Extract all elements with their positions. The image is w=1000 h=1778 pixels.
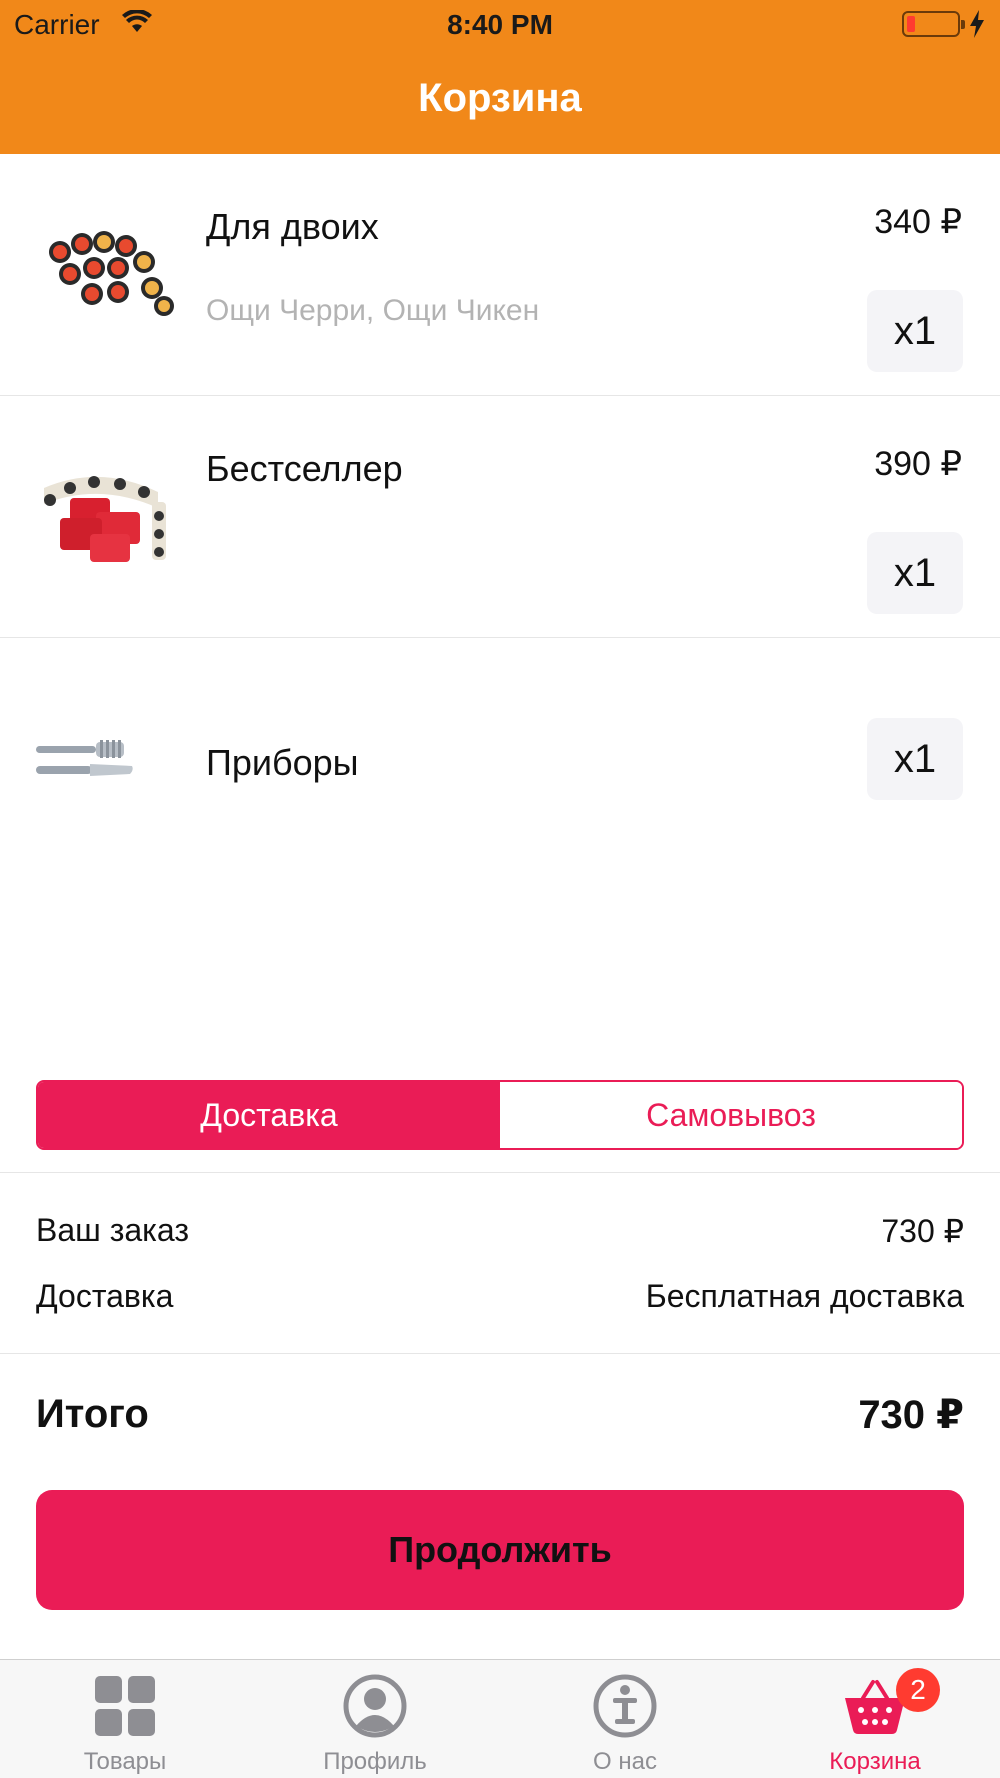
divider (0, 1353, 1000, 1354)
quantity-button[interactable]: x1 (867, 290, 963, 372)
charging-icon (968, 10, 986, 43)
tab-label: Корзина (829, 1748, 921, 1775)
status-bar: Carrier 8:40 PM (0, 0, 1000, 50)
cart-item[interactable]: Приборы x1 (0, 638, 1000, 882)
cart-item[interactable]: Для двоих Ощи Черри, Ощи Чикен 340 ₽ x1 (0, 154, 1000, 396)
grid-icon (93, 1674, 157, 1738)
page-title: Корзина (418, 76, 582, 120)
tab-label: Профиль (323, 1748, 427, 1775)
total-label: Итого (36, 1392, 149, 1436)
tab-products[interactable]: Товары (0, 1660, 250, 1778)
sushi-set-image (40, 222, 178, 322)
total-value: 730 ₽ (858, 1393, 964, 1437)
tab-about[interactable]: О нас (500, 1660, 750, 1778)
quantity-button[interactable]: x1 (867, 532, 963, 614)
segment-delivery[interactable]: Доставка (38, 1082, 500, 1148)
battery-icon (902, 11, 965, 37)
continue-button[interactable]: Продолжить (36, 1490, 964, 1610)
cart-item[interactable]: Бестселлер 390 ₽ x1 (0, 396, 1000, 638)
profile-icon (343, 1674, 407, 1738)
delivery-method-toggle[interactable]: Доставка Самовывоз (36, 1080, 964, 1150)
order-label: Ваш заказ (36, 1212, 189, 1248)
sushi-roll-image (40, 468, 178, 568)
header-bar: Carrier 8:40 PM Корзина (0, 0, 1000, 154)
item-name: Бестселлер (206, 448, 403, 489)
tab-profile[interactable]: Профиль (250, 1660, 500, 1778)
item-name: Приборы (206, 742, 359, 783)
tab-label: Товары (83, 1748, 167, 1775)
delivery-value: Бесплатная доставка (645, 1278, 964, 1314)
segment-pickup[interactable]: Самовывоз (500, 1082, 962, 1148)
cutlery-image (34, 738, 136, 784)
quantity-button[interactable]: x1 (867, 718, 963, 800)
item-description: Ощи Черри, Ощи Чикен (206, 294, 540, 327)
delivery-label: Доставка (36, 1278, 174, 1314)
tab-bar: Товары Профиль О нас 2 Корзина (0, 1659, 1000, 1778)
info-icon (593, 1674, 657, 1738)
cart-count-badge: 2 (896, 1668, 940, 1712)
divider (0, 1172, 1000, 1173)
item-price: 390 ₽ (874, 445, 962, 483)
tab-cart[interactable]: 2 Корзина (750, 1660, 1000, 1778)
order-value: 730 ₽ (881, 1213, 964, 1249)
tab-label: О нас (593, 1748, 657, 1775)
item-name: Для двоих (206, 206, 379, 247)
item-price: 340 ₽ (874, 203, 962, 241)
status-time: 8:40 PM (447, 9, 553, 40)
